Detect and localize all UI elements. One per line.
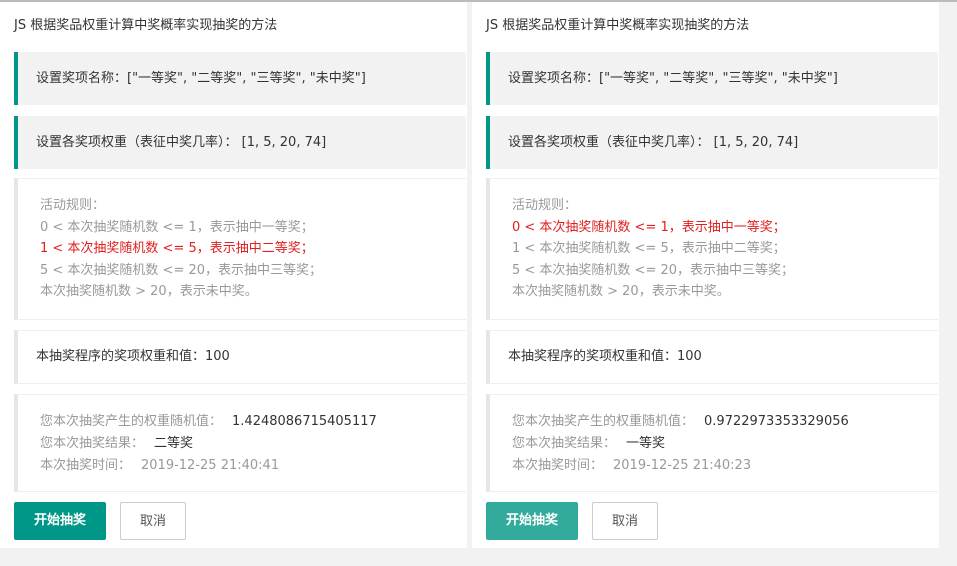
random-value: 1.4248086715405117 — [232, 414, 377, 429]
time-label: 本次抽奖时间： — [40, 458, 132, 473]
page-title: JS 根据奖品权重计算中奖概率实现抽奖的方法 — [14, 18, 278, 33]
rule-line: 1 < 本次抽奖随机数 <= 5，表示抽中二等奖； — [40, 241, 314, 256]
rule-line: 本次抽奖随机数 > 20，表示未中奖。 — [40, 284, 258, 299]
lottery-panel: JS 根据奖品权重计算中奖概率实现抽奖的方法 设置奖项名称：["一等奖", "二… — [0, 2, 467, 548]
result-value: 二等奖 — [154, 436, 194, 451]
start-lottery-button[interactable]: 开始抽奖 — [14, 502, 106, 540]
result-label: 您本次抽奖结果： — [512, 436, 617, 451]
prize-names: 设置奖项名称：["一等奖", "二等奖", "三等奖", "未中奖"] — [486, 52, 938, 105]
weight-sum: 本抽奖程序的奖项权重和值：100 — [14, 330, 466, 384]
rule-line: 5 < 本次抽奖随机数 <= 20，表示抽中三等奖； — [512, 262, 795, 278]
result-box: 您本次抽奖产生的权重随机值： 0.9722973353329056 您本次抽奖结果… — [486, 394, 938, 492]
random-value: 0.9722973353329056 — [704, 414, 849, 429]
prize-weights: 设置各奖项权重（表征中奖几率）： [1, 5, 20, 74] — [486, 116, 938, 169]
rule-line: 活动规则： — [512, 198, 578, 213]
rule-line: 0 < 本次抽奖随机数 <= 1，表示抽中一等奖； — [40, 219, 314, 235]
cancel-button[interactable]: 取消 — [120, 502, 186, 540]
prize-names: 设置奖项名称：["一等奖", "二等奖", "三等奖", "未中奖"] — [14, 52, 466, 105]
weight-sum: 本抽奖程序的奖项权重和值：100 — [486, 330, 938, 384]
time-label: 本次抽奖时间： — [512, 458, 604, 473]
cancel-button[interactable]: 取消 — [592, 502, 658, 540]
rules-box: 活动规则： 0 < 本次抽奖随机数 <= 1，表示抽中一等奖； 1 < 本次抽奖随机… — [486, 178, 938, 320]
time-value: 2019-12-25 21:40:41 — [141, 458, 280, 473]
result-label: 您本次抽奖结果： — [40, 436, 145, 451]
rule-line: 活动规则： — [40, 198, 106, 213]
random-label: 您本次抽奖产生的权重随机值： — [40, 414, 223, 429]
start-lottery-button[interactable]: 开始抽奖 — [486, 502, 578, 540]
rule-line: 1 < 本次抽奖随机数 <= 5，表示抽中二等奖； — [512, 241, 786, 256]
page-title: JS 根据奖品权重计算中奖概率实现抽奖的方法 — [486, 18, 750, 33]
result-value: 一等奖 — [626, 436, 666, 451]
rules-box: 活动规则： 0 < 本次抽奖随机数 <= 1，表示抽中一等奖； 1 < 本次抽奖随机… — [14, 178, 466, 320]
rule-line: 5 < 本次抽奖随机数 <= 20，表示抽中三等奖； — [40, 262, 323, 278]
time-value: 2019-12-25 21:40:23 — [613, 458, 752, 473]
result-box: 您本次抽奖产生的权重随机值： 1.4248086715405117 您本次抽奖结果… — [14, 394, 466, 492]
rule-line: 本次抽奖随机数 > 20，表示未中奖。 — [512, 284, 730, 299]
rule-line: 0 < 本次抽奖随机数 <= 1，表示抽中一等奖； — [512, 219, 786, 235]
prize-weights: 设置各奖项权重（表征中奖几率）： [1, 5, 20, 74] — [14, 116, 466, 169]
random-label: 您本次抽奖产生的权重随机值： — [512, 414, 695, 429]
lottery-panel: JS 根据奖品权重计算中奖概率实现抽奖的方法 设置奖项名称：["一等奖", "二… — [472, 2, 939, 548]
